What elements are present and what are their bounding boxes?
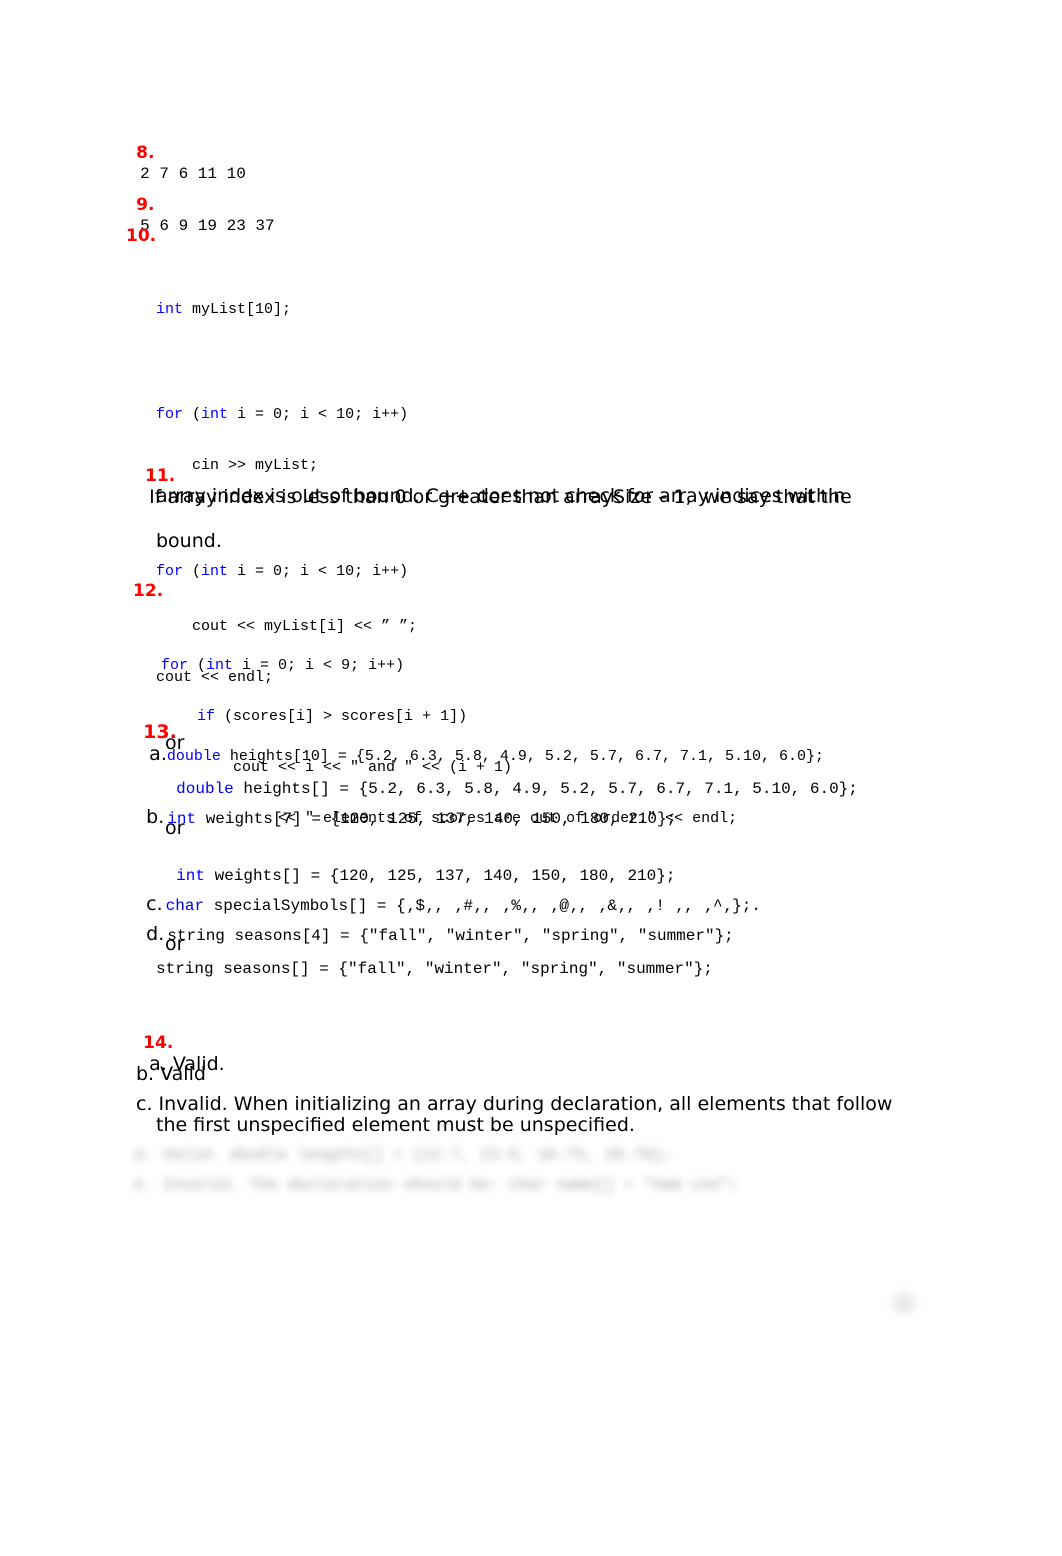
answer-line: bound. xyxy=(156,530,222,552)
question-number: 11. xyxy=(145,466,176,486)
answer-14b: b. Valid xyxy=(136,1063,206,1085)
answer-14c-line2: the first unspecified element must be un… xyxy=(156,1114,635,1136)
question-number: 10. xyxy=(126,226,157,246)
question-8: 8. 2 7 6 11 10 xyxy=(126,124,246,183)
code-line: for (int i = 0; i < 9; i++) xyxy=(161,657,405,674)
question-13a: 13. a.double heights[10] = {5.2, 6.3, 5.… xyxy=(143,721,824,765)
blurred-line: d. Valid. double lengths[] = {12.7, 13.5… xyxy=(134,1146,672,1164)
answer-text: 5 6 9 19 23 37 xyxy=(140,217,275,235)
item-label: d. xyxy=(146,923,165,945)
code-line: for (int i = 0; i < 10; i++) xyxy=(156,563,409,580)
answer-13d-alt: string seasons[] = {"fall", "winter", "s… xyxy=(156,960,713,978)
question-number: 12. xyxy=(133,581,164,601)
answer-13d: d. string seasons[4] = {"fall", "winter",… xyxy=(146,923,734,945)
answer-13b: b. int weights[7] = {120, 125, 137, 140, … xyxy=(146,806,677,828)
or-text: or xyxy=(165,933,185,955)
answer-14c-line1: c. Invalid. When initializing an array d… xyxy=(136,1093,893,1115)
question-number: 14. xyxy=(143,1033,174,1053)
or-text: or xyxy=(165,817,185,839)
page-number-blur xyxy=(893,1292,915,1314)
code-line: int myList[10]; xyxy=(156,301,292,318)
question-number: 8. xyxy=(136,143,155,163)
answer-line: array index is out-of bound. C++ does no… xyxy=(156,485,846,507)
or-text: or xyxy=(165,732,185,754)
question-number: 9. xyxy=(136,195,155,215)
blurred-line: e. Invalid. The declaration should be: c… xyxy=(134,1176,739,1194)
item-label: b. xyxy=(146,806,165,828)
code-line: for (int i = 0; i < 10; i++) xyxy=(156,406,409,423)
